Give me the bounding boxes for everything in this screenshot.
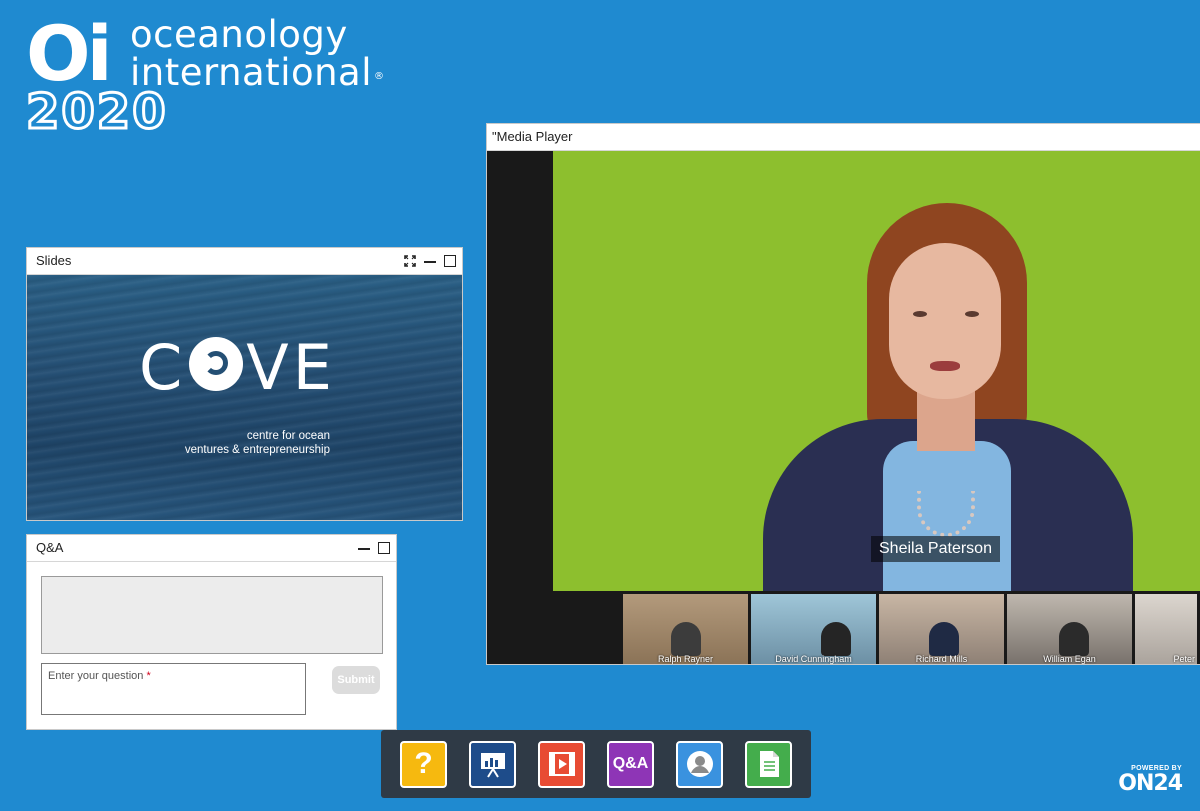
slides-panel-controls — [404, 248, 456, 274]
logo-word-oceanology: oceanology — [130, 13, 348, 56]
speaker-name-label: Sheila Paterson — [871, 536, 1000, 562]
logo-year: 2020 — [25, 84, 168, 140]
question-input[interactable]: Enter your question * — [41, 663, 306, 715]
minimize-icon[interactable] — [424, 255, 436, 267]
cove-tagline: centre for ocean ventures & entrepreneur… — [185, 429, 330, 457]
speaker-face — [889, 243, 1001, 399]
participant-name: Ralph Rayner — [657, 654, 714, 664]
video-stream[interactable]: Sheila Paterson Ralph Rayner David Cunni… — [487, 151, 1200, 664]
qa-panel-controls — [358, 535, 390, 561]
cove-logo: C VE — [139, 337, 336, 399]
participant-thumbnail[interactable]: William Egan — [1007, 594, 1132, 664]
participant-figure — [1059, 622, 1089, 656]
slides-panel: Slides C VE centre for ocean ventures & e… — [26, 247, 463, 521]
participant-figure — [821, 622, 851, 656]
participant-thumbnail[interactable]: Peter — [1135, 594, 1197, 664]
speaker-mouth — [930, 361, 960, 371]
slides-panel-title: Slides — [36, 253, 72, 268]
maximize-icon[interactable] — [378, 542, 390, 554]
engagement-toolbar: ? Q&A — [381, 730, 811, 798]
media-player-icon[interactable] — [538, 740, 585, 788]
participant-name: Richard Mills — [915, 654, 968, 664]
participant-thumbnail[interactable]: David Cunningham — [751, 594, 876, 664]
qa-panel-title: Q&A — [36, 540, 64, 555]
logo-mark: Oi — [26, 9, 113, 98]
slide-content: C VE centre for ocean ventures & entrepre… — [27, 275, 462, 520]
cove-tagline-line2: ventures & entrepreneurship — [184, 444, 330, 456]
participant-thumbnail[interactable]: Richard Mills — [879, 594, 1004, 664]
help-glyph: ? — [414, 747, 433, 780]
media-player-panel: "Media Player Sheila Paterson Ralph Rayn… — [486, 123, 1200, 665]
speaker-bio-icon[interactable] — [676, 740, 723, 788]
minimize-icon[interactable] — [358, 542, 370, 554]
participant-name: Peter — [1173, 654, 1195, 664]
slides-icon[interactable] — [469, 740, 516, 788]
qa-glyph: Q&A — [612, 755, 649, 772]
question-input-placeholder: Enter your question — [48, 670, 144, 682]
on24-logo: POWERED BY ON24 — [1112, 765, 1183, 805]
document-icon — [759, 751, 779, 777]
slides-panel-header[interactable]: Slides — [27, 248, 462, 275]
registered-mark: ® — [374, 71, 385, 82]
submit-button[interactable]: Submit — [332, 666, 380, 694]
media-player-header[interactable]: "Media Player — [487, 124, 1200, 151]
active-speaker-video: Sheila Paterson — [553, 151, 1200, 591]
participant-thumbnail[interactable]: Ralph Rayner — [623, 594, 748, 664]
participant-thumbnails: Ralph Rayner David Cunningham Richard Mi… — [623, 594, 1200, 664]
presentation-board-icon — [480, 753, 505, 778]
participant-name: David Cunningham — [775, 654, 852, 664]
wave-icon — [189, 337, 244, 391]
maximize-icon[interactable] — [444, 255, 456, 267]
participant-figure — [671, 622, 701, 656]
speaker-eye — [965, 311, 979, 317]
participant-name: William Egan — [1043, 654, 1096, 664]
help-icon[interactable]: ? — [400, 740, 447, 788]
on24-brand: ON24 — [1118, 771, 1183, 796]
qa-icon[interactable]: Q&A — [607, 740, 654, 788]
cove-logo-ve: VE — [246, 331, 336, 404]
qa-question-list[interactable] — [41, 576, 383, 654]
participant-figure — [929, 622, 959, 656]
cove-tagline-line1: centre for ocean — [246, 430, 330, 442]
media-player-title: Media Player — [496, 129, 573, 144]
required-marker: * — [146, 670, 151, 682]
qa-panel-header[interactable]: Q&A — [27, 535, 396, 562]
qa-panel: Q&A Enter your question * Submit — [26, 534, 397, 730]
oceanology-international-logo: Oi oceanology international ® 2020 — [25, 9, 446, 140]
fullscreen-icon[interactable] — [404, 255, 416, 267]
resources-icon[interactable] — [745, 740, 792, 788]
speaker-eye — [913, 311, 927, 317]
film-play-icon — [548, 752, 575, 776]
person-icon — [686, 751, 713, 777]
logo-word-international: international ® — [130, 54, 385, 91]
cove-logo-c: C — [139, 331, 187, 404]
